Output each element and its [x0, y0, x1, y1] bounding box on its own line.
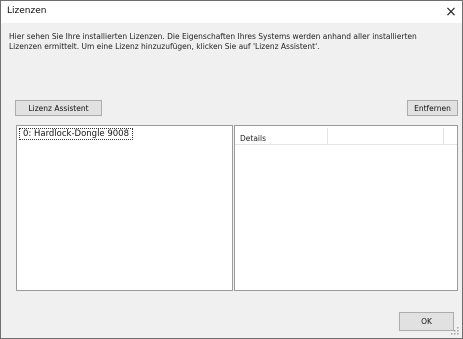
details-panel: Details	[234, 125, 458, 291]
column-separator[interactable]	[327, 128, 328, 144]
intro-text: Hier sehen Sie Ihre installierten Lizenz…	[9, 32, 417, 51]
ok-button[interactable]: OK	[399, 312, 454, 331]
close-icon[interactable]: ×	[440, 1, 462, 23]
details-header: Details	[235, 126, 457, 145]
resize-grip-icon[interactable]	[449, 325, 459, 335]
details-column-header[interactable]: Details	[240, 134, 266, 143]
title-bar: Lizenzen ×	[1, 1, 462, 23]
license-dialog: Lizenzen × Hier sehen Sie Ihre installie…	[0, 0, 463, 339]
license-list[interactable]: 0: Hardlock-Dongle 9008	[16, 125, 233, 291]
list-item[interactable]: 0: Hardlock-Dongle 9008	[19, 128, 133, 140]
column-separator[interactable]	[443, 128, 444, 144]
remove-button[interactable]: Entfernen	[407, 100, 458, 116]
license-assistant-button[interactable]: Lizenz Assistent	[15, 100, 102, 116]
window-title: Lizenzen	[7, 6, 47, 16]
